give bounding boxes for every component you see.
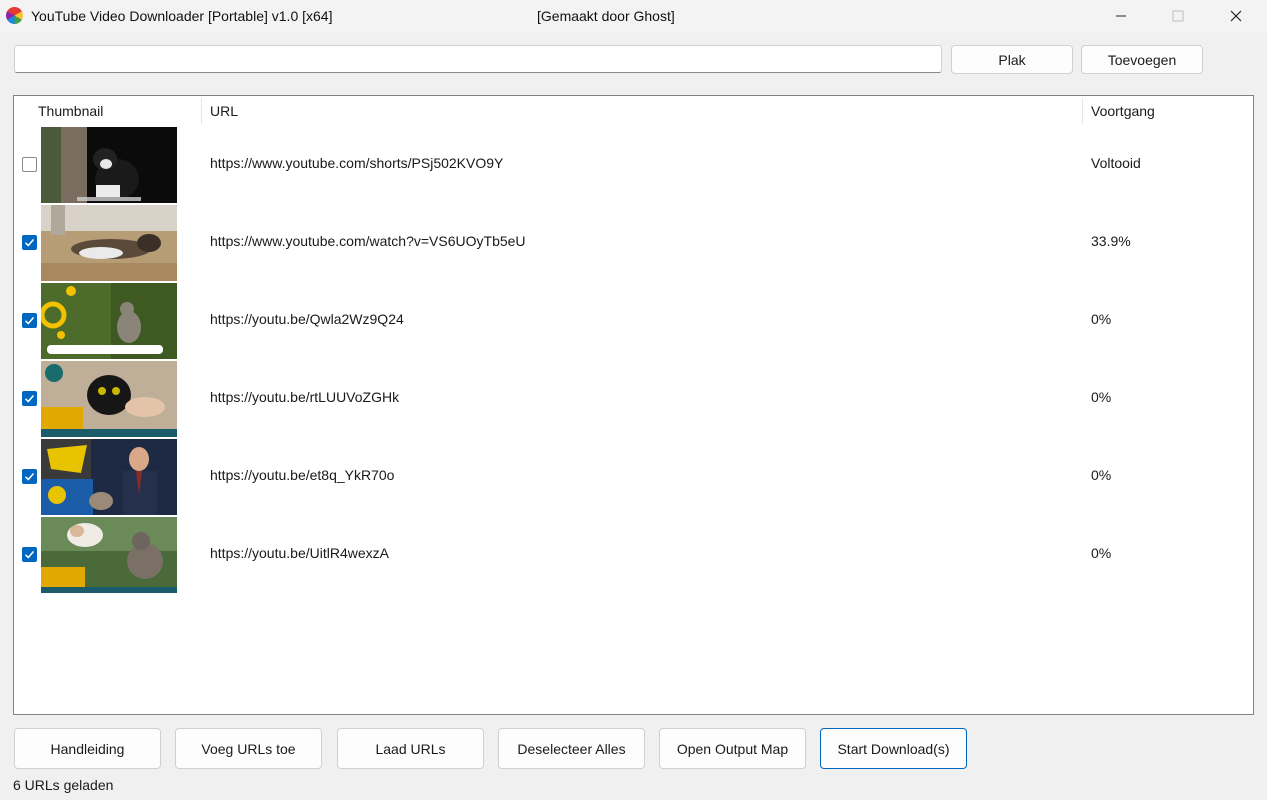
window-credit: [Gemaakt door Ghost]	[537, 8, 675, 24]
title-bar: YouTube Video Downloader [Portable] v1.0…	[0, 0, 1267, 32]
deselect-all-button[interactable]: Deselecteer Alles	[498, 728, 645, 769]
load-urls-button[interactable]: Laad URLs	[337, 728, 484, 769]
video-thumbnail	[41, 127, 177, 203]
minimize-button[interactable]	[1092, 0, 1150, 32]
row-checkbox[interactable]	[22, 469, 37, 484]
paste-button[interactable]: Plak	[951, 45, 1073, 74]
status-text: 6 URLs geladen	[13, 777, 114, 793]
close-button[interactable]	[1207, 0, 1265, 32]
close-icon	[1230, 10, 1242, 22]
row-url: https://youtu.be/et8q_YkR70o	[210, 467, 395, 483]
row-checkbox[interactable]	[22, 391, 37, 406]
color-wheel-icon	[6, 7, 23, 24]
row-progress: 0%	[1091, 545, 1112, 561]
window-title: YouTube Video Downloader [Portable] v1.0…	[31, 8, 333, 24]
manual-button[interactable]: Handleiding	[14, 728, 161, 769]
row-url: https://www.youtube.com/shorts/PSj502KVO…	[210, 155, 504, 171]
video-thumbnail	[41, 205, 177, 281]
row-url: https://www.youtube.com/watch?v=VS6UOyTb…	[210, 233, 526, 249]
minimize-icon	[1116, 15, 1126, 17]
row-progress: 0%	[1091, 389, 1112, 405]
checkmark-icon	[24, 394, 35, 403]
row-url: https://youtu.be/rtLUUVoZGHk	[210, 389, 400, 405]
row-checkbox[interactable]	[22, 157, 37, 172]
video-thumbnail	[41, 283, 177, 359]
row-progress: 0%	[1091, 467, 1112, 483]
url-list[interactable]: Thumbnail URL Voortgang https://www.yout…	[13, 95, 1254, 715]
video-thumbnail	[41, 361, 177, 437]
start-download-button[interactable]: Start Download(s)	[820, 728, 967, 769]
maximize-icon	[1172, 10, 1184, 22]
url-input[interactable]	[14, 45, 942, 73]
table-row[interactable]: https://youtu.be/Qwla2Wz9Q24 0%	[14, 282, 1253, 360]
row-progress: Voltooid	[1091, 155, 1141, 171]
checkmark-icon	[24, 550, 35, 559]
checkmark-icon	[24, 316, 35, 325]
table-row[interactable]: https://youtu.be/rtLUUVoZGHk 0%	[14, 360, 1253, 438]
table-row[interactable]: https://youtu.be/UitlR4wexzA 0%	[14, 516, 1253, 594]
row-url: https://youtu.be/UitlR4wexzA	[210, 545, 389, 561]
open-output-folder-button[interactable]: Open Output Map	[659, 728, 806, 769]
column-header-url[interactable]: URL	[210, 96, 238, 126]
column-separator[interactable]	[1082, 98, 1083, 124]
maximize-button[interactable]	[1149, 0, 1207, 32]
table-row[interactable]: https://www.youtube.com/watch?v=VS6UOyTb…	[14, 204, 1253, 282]
column-header-thumbnail[interactable]: Thumbnail	[38, 96, 103, 126]
column-header-progress[interactable]: Voortgang	[1091, 96, 1155, 126]
video-thumbnail	[41, 517, 177, 593]
row-checkbox[interactable]	[22, 547, 37, 562]
table-row[interactable]: https://www.youtube.com/shorts/PSj502KVO…	[14, 126, 1253, 204]
row-progress: 33.9%	[1091, 233, 1131, 249]
row-checkbox[interactable]	[22, 313, 37, 328]
checkmark-icon	[24, 472, 35, 481]
table-row[interactable]: https://youtu.be/et8q_YkR70o 0%	[14, 438, 1253, 516]
row-url: https://youtu.be/Qwla2Wz9Q24	[210, 311, 404, 327]
add-urls-button[interactable]: Voeg URLs toe	[175, 728, 322, 769]
column-separator[interactable]	[201, 98, 202, 124]
video-thumbnail	[41, 439, 177, 515]
row-checkbox[interactable]	[22, 235, 37, 250]
row-progress: 0%	[1091, 311, 1112, 327]
add-button[interactable]: Toevoegen	[1081, 45, 1203, 74]
checkmark-icon	[24, 238, 35, 247]
